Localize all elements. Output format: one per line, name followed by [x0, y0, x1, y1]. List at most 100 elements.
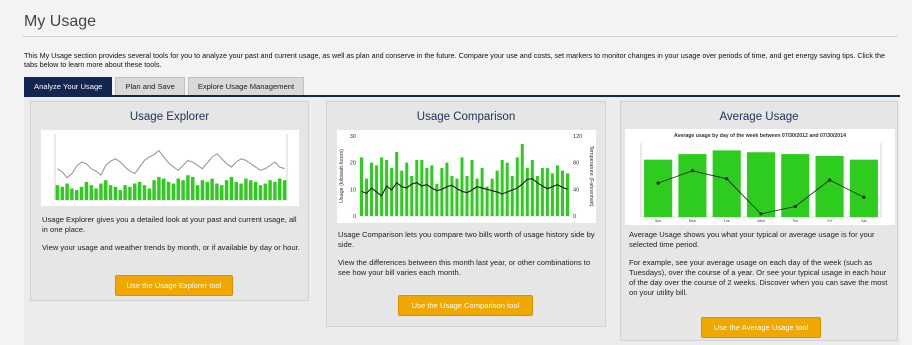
chart-bar [530, 160, 534, 216]
average-usage-chart: Average usage by day of the week between… [625, 129, 895, 225]
average-usage-card: Average Usage Average usage by day of th… [620, 101, 898, 341]
x-tick-label: Wed [757, 219, 764, 223]
chart-bar [263, 183, 267, 200]
chart-bar [128, 186, 132, 200]
y2-tick-label: 120 [573, 134, 582, 140]
chart-bar [849, 159, 878, 217]
usage-explorer-chart [41, 130, 299, 206]
trend-point [862, 195, 866, 199]
chart-bar [244, 178, 248, 200]
tab-explore-usage-management[interactable]: Explore Usage Management [187, 77, 305, 95]
chart-bar [420, 160, 424, 216]
chart-bar [470, 160, 474, 216]
chart-bar [84, 181, 89, 200]
y-tick-label: 10 [350, 187, 356, 193]
chart-bar [200, 180, 205, 200]
chart-bar [500, 160, 504, 216]
card-description: Average Usage shows you what your typica… [629, 230, 893, 306]
chart-bar [455, 178, 459, 216]
chart-bar [113, 186, 118, 200]
chart-bar [545, 168, 549, 216]
card-description-line: Usage Comparison lets you compare two bi… [338, 230, 595, 249]
card-description-line: Average Usage shows you what your typica… [629, 230, 875, 249]
chart-bar [152, 180, 156, 200]
chart-bar [70, 188, 74, 200]
chart-bar [520, 144, 524, 216]
chart-bar [162, 178, 166, 200]
card-description-line: Usage Explorer gives you a detailed look… [42, 215, 297, 234]
chart-bar [79, 186, 84, 200]
chart-bar [60, 186, 64, 200]
chart-bar [415, 160, 419, 216]
chart-bar [475, 178, 479, 216]
chart-bar [108, 185, 113, 200]
card-description-line: View the differences between this month … [338, 258, 591, 277]
x-tick-label: Tue [724, 219, 730, 223]
chart-bar [380, 157, 384, 216]
chart-bar [249, 180, 253, 200]
chart-bar [147, 188, 151, 200]
chart-bar [278, 178, 282, 200]
tab-content: Usage Explorer Usage Explorer gives you … [24, 97, 900, 345]
chart-bar [65, 183, 69, 200]
usage-comparison-button[interactable]: Use the Usage Comparison tool [398, 295, 533, 316]
chart-bar [425, 168, 429, 216]
chart-bar [104, 180, 108, 200]
x-tick-label: Sun [655, 219, 661, 223]
chart-bar [360, 157, 364, 216]
chart-bar [273, 181, 277, 200]
tab-bar: Analyze Your Usage Plan and Save Explore… [24, 77, 307, 95]
chart-bar [258, 185, 263, 200]
chart-bar [460, 157, 464, 216]
chart-bar [99, 183, 103, 200]
chart-bar [220, 185, 224, 200]
chart-bar [94, 188, 98, 200]
chart-bar [171, 183, 176, 200]
average-usage-button[interactable]: Use the Average Usage tool [701, 317, 821, 338]
y2-tick-label: 0 [573, 214, 576, 220]
y-tick-label: 30 [350, 134, 356, 140]
chart-bar [712, 150, 741, 217]
y-tick-label: 0 [353, 214, 356, 220]
chart-bar [186, 175, 190, 200]
chart-bar [205, 181, 209, 200]
chart-bar [400, 170, 404, 216]
chart-bar [157, 176, 161, 200]
x-tick-label: Mon [689, 219, 696, 223]
chart-bar [181, 180, 185, 200]
chart-bar [234, 181, 238, 200]
chart-bar [440, 168, 444, 216]
chart-bar [678, 154, 707, 217]
chart-bar [550, 173, 554, 216]
chart-bar [555, 165, 559, 216]
chart-bar [137, 181, 142, 200]
tab-plan-and-save[interactable]: Plan and Save [115, 77, 185, 95]
usage-explorer-button[interactable]: Use the Usage Explorer tool [115, 275, 233, 296]
x-tick-label: Fri [827, 219, 831, 223]
card-title: Usage Explorer [129, 111, 210, 123]
chart-bar [565, 173, 569, 216]
card-description: Usage Explorer gives you a detailed look… [42, 215, 300, 261]
average-usage-chart-svg: Average usage by day of the week between… [640, 133, 882, 223]
usage-comparison-card: Usage Comparison Usage (kilowatt-hours) T… [326, 101, 606, 327]
chart-bar [815, 155, 844, 217]
y2-tick-label: 40 [573, 187, 579, 193]
x-tick-label: Sat [861, 219, 866, 223]
trend-point [725, 177, 729, 181]
chart-bar [644, 159, 673, 217]
chart-bar [405, 162, 409, 216]
chart-bar [282, 180, 287, 200]
chart-bar [490, 178, 494, 216]
chart-bar [510, 176, 514, 216]
chart-bar [746, 152, 776, 217]
chart-bar [560, 170, 564, 216]
chart-bar [75, 190, 79, 200]
chart-bar [505, 162, 509, 216]
chart-bar [540, 168, 544, 216]
card-description-line: View your usage and weather trends by mo… [42, 243, 300, 252]
tab-analyze-your-usage[interactable]: Analyze Your Usage [24, 77, 113, 95]
chart-bar [123, 185, 127, 200]
chart-bar [229, 176, 234, 200]
chart-title: Average usage by day of the week between… [674, 133, 846, 139]
card-description-line: For example, see your average usage on e… [629, 258, 888, 297]
